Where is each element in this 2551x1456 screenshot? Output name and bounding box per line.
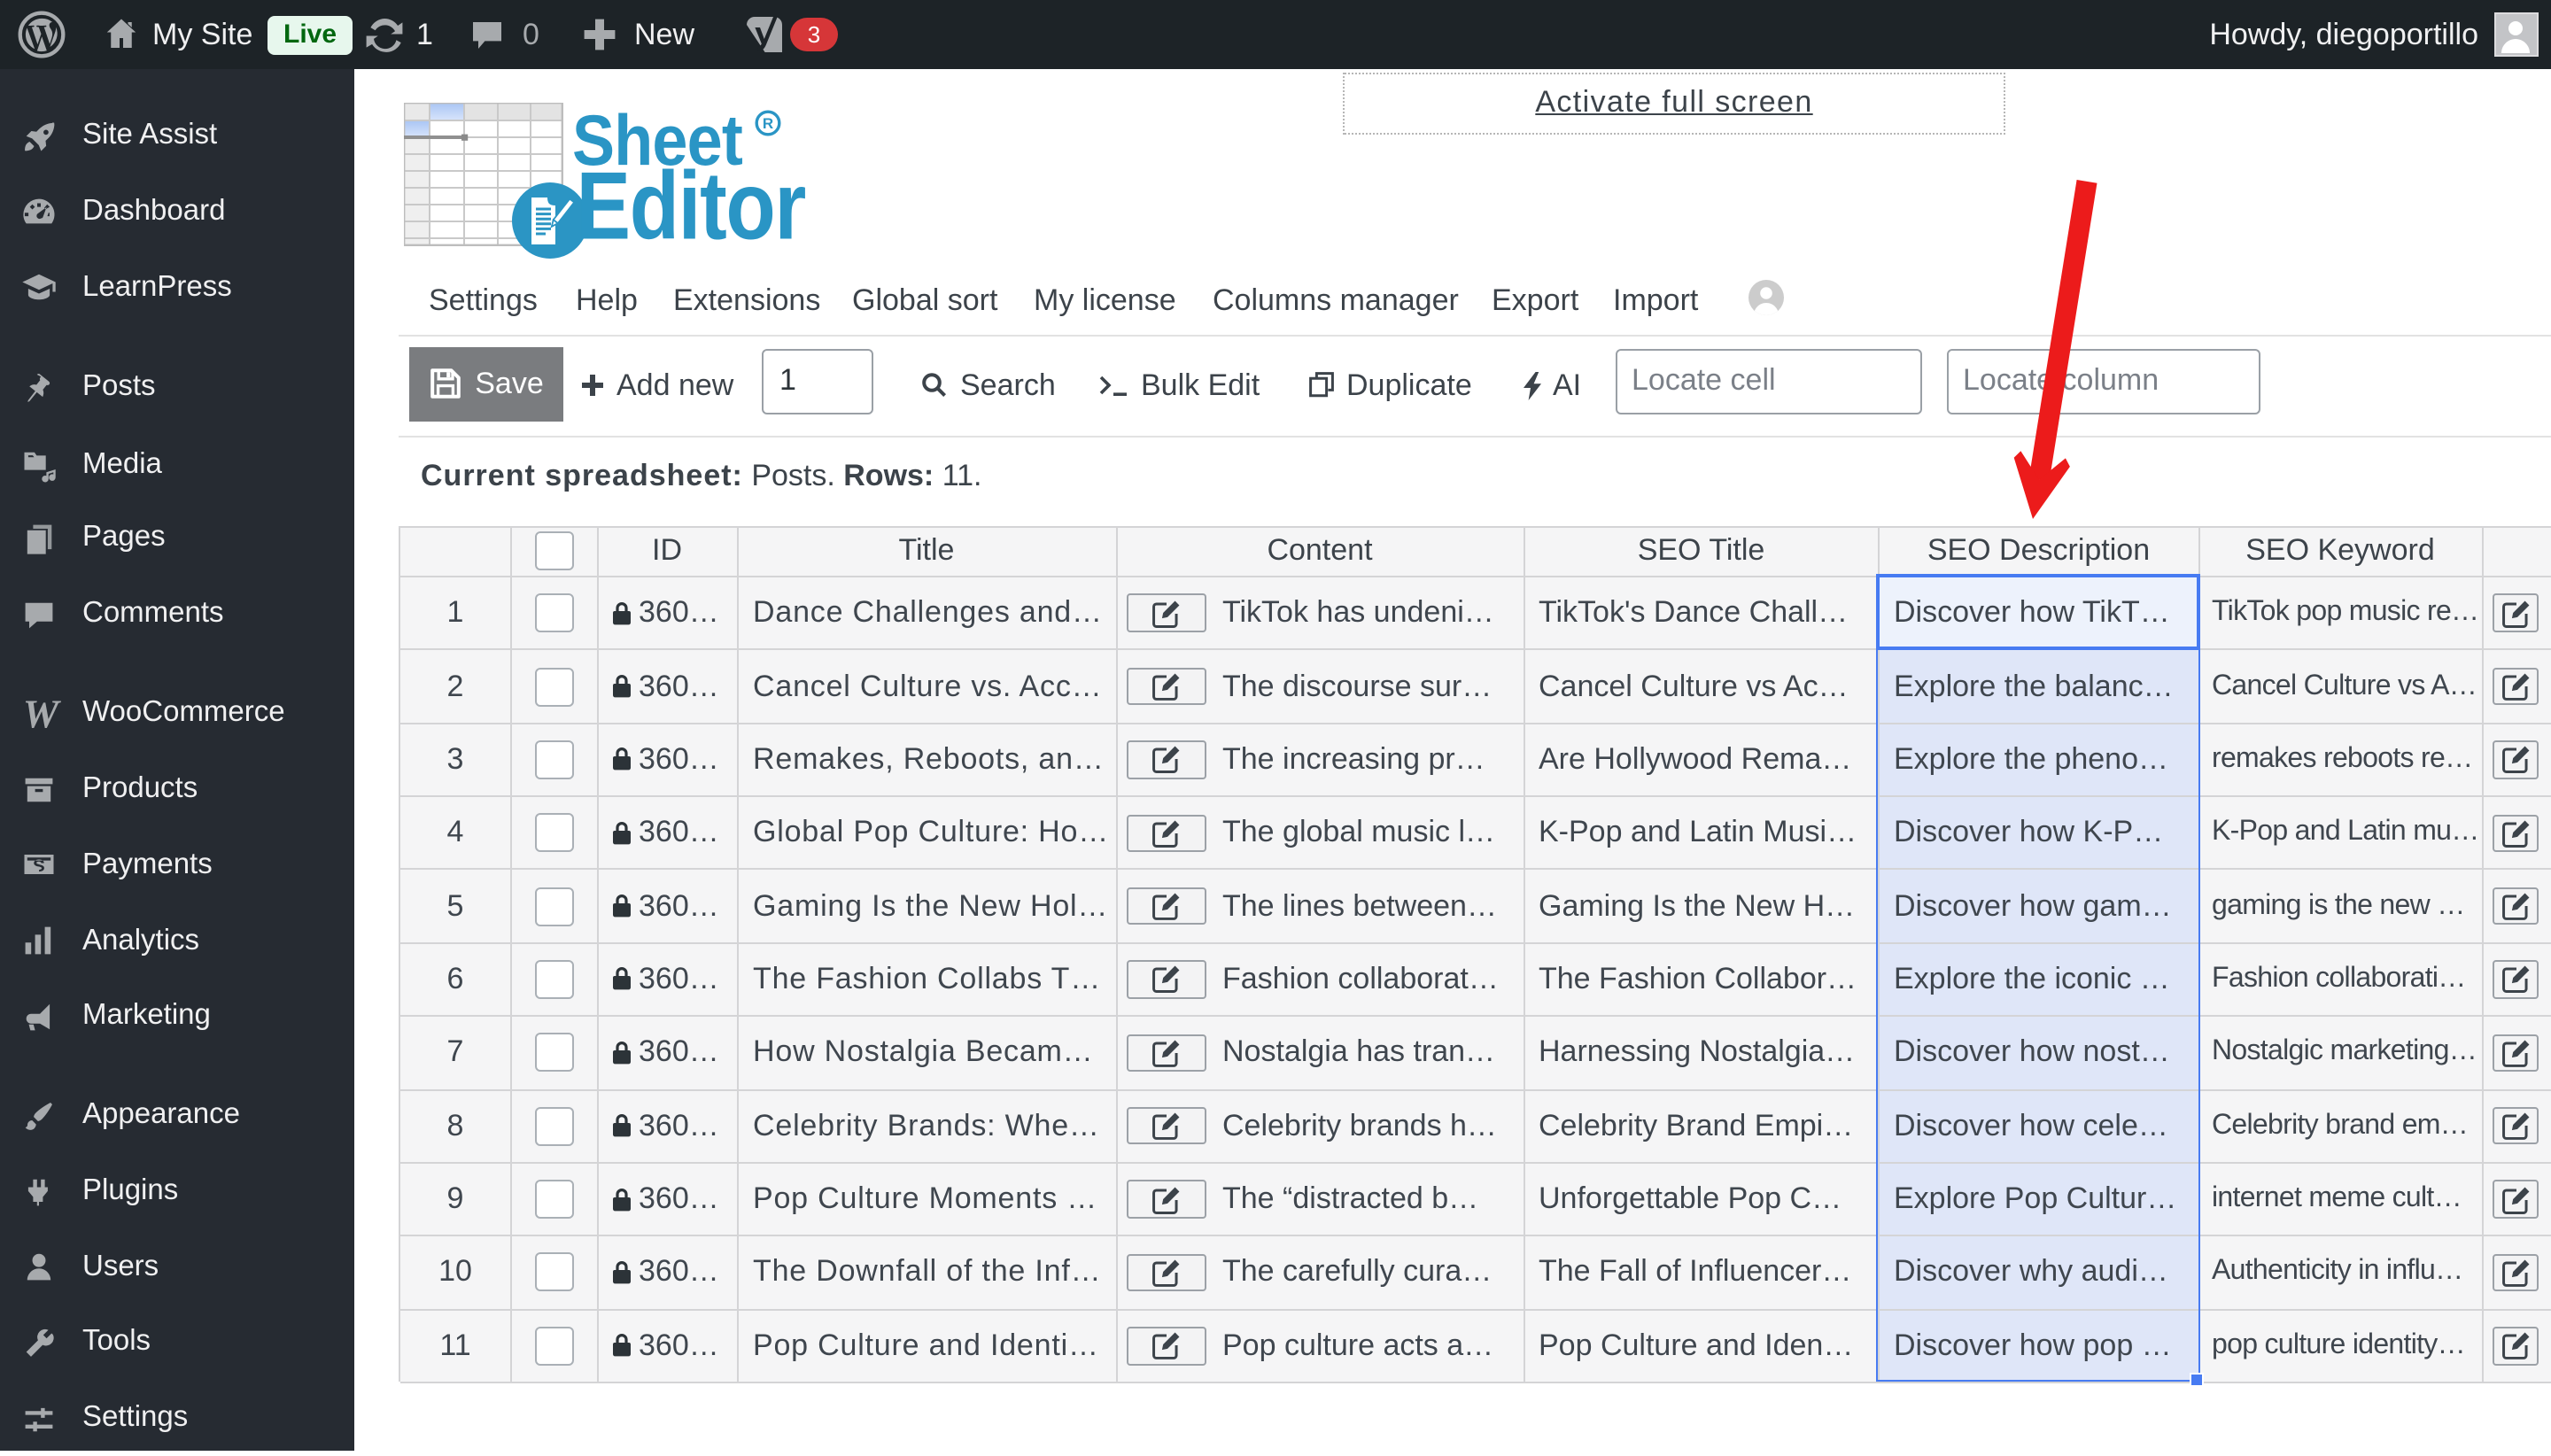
svg-text:R: R (763, 115, 773, 132)
svg-text:Editor: Editor (577, 152, 806, 253)
svg-text:W: W (23, 693, 62, 735)
